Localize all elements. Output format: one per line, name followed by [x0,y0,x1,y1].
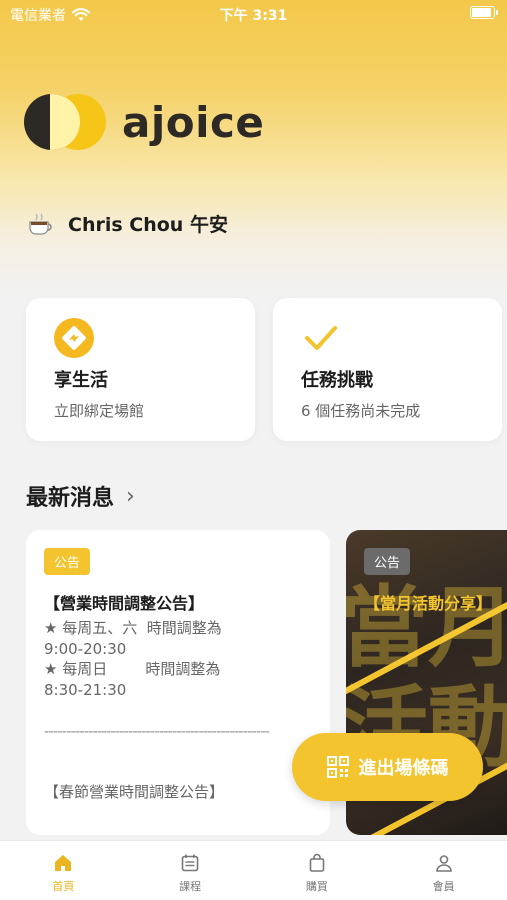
brand-name: ajoice [122,97,265,147]
barcode-button[interactable]: 進出場條碼 [292,733,483,801]
barcode-button-label: 進出場條碼 [358,758,449,779]
check-icon [305,326,337,350]
card-subtitle: 6 個任務尚未完成 [301,402,421,420]
news-title: 【當月活動分享】 [364,594,493,613]
card-challenges[interactable]: 任務挑戰 6 個任務尚未完成 [273,298,502,441]
announcement-badge: 公告 [44,548,91,575]
tab-label: 課程 [179,880,202,893]
news-title: 【營業時間調整公告】 [44,594,205,613]
status-time: 下午 3:31 [219,8,288,24]
tab-label: 首頁 [52,880,75,893]
battery-icon [470,6,498,19]
user-icon [435,855,452,872]
diamond-arrow-icon [54,318,94,358]
news-card[interactable]: 公告 【營業時間調整公告】 ★ 每周五、六 時間調整為 9:00-20:30 ★… [26,530,330,835]
tab-label: 購買 [305,880,328,893]
card-subtitle: 立即綁定場館 [54,402,145,420]
chevron-right-icon: › [126,483,135,509]
card-title: 享生活 [54,370,108,391]
news-header-title: 最新消息 [26,486,115,511]
announcement-badge: 公告 [364,548,411,575]
tab-courses[interactable]: 課程 [127,841,254,900]
news-body: ★ 每周五、六 時間調整為 9:00-20:30 ★ 每周日 時間調整為 8:3… [44,619,222,699]
coffee-cup-icon [29,213,52,235]
status-bar: 電信業者 下午 3:31 [0,0,507,28]
calendar-icon [181,854,199,872]
news-divider: ----------------------------------------… [44,722,270,740]
tab-label: 會員 [432,880,455,893]
news-header[interactable]: 最新消息 › [26,480,135,512]
shopping-bag-icon [309,853,325,872]
news-more-title: 【春節營業時間調整公告】 [44,783,225,801]
tab-bar: 首頁 課程 購買 會員 [0,840,507,900]
brand-logo: ajoice [24,94,264,150]
card-enjoy-life[interactable]: 享生活 立即綁定場館 [26,298,255,441]
tab-home[interactable]: 首頁 [0,841,127,900]
tab-purchase[interactable]: 購買 [254,841,381,900]
status-right [470,6,498,19]
logo-mark-icon [24,94,106,150]
tab-member[interactable]: 會員 [380,841,507,900]
card-title: 任務挑戰 [301,370,373,391]
greeting: Chris Chou 午安 [26,210,228,237]
greeting-text: Chris Chou 午安 [68,214,228,236]
qr-code-icon [326,756,349,778]
hero-background [0,0,507,300]
home-icon [55,855,72,871]
